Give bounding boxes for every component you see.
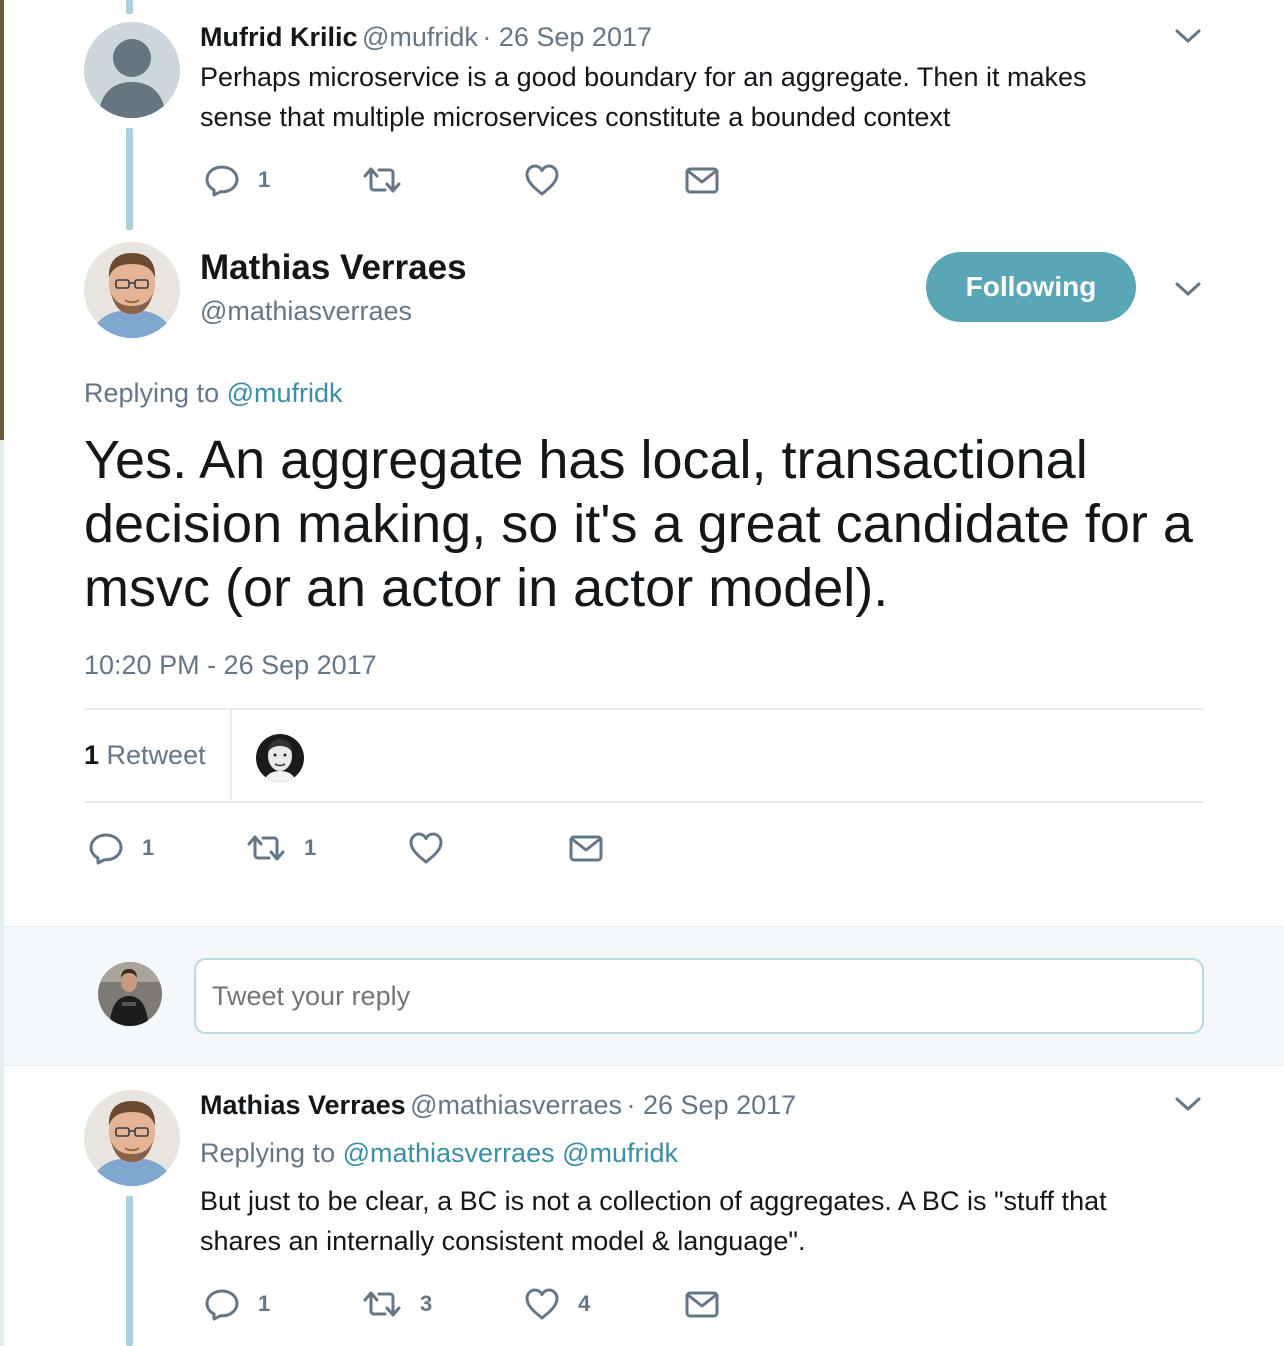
like-icon	[524, 162, 560, 198]
thread-line	[126, 0, 133, 14]
retweet-button[interactable]: 1	[246, 828, 316, 868]
reply-count: 1	[142, 835, 155, 860]
following-button[interactable]: Following	[926, 252, 1136, 322]
retweet-count: 3	[420, 1291, 433, 1316]
mention-link[interactable]: @mathiasverraes @mufridk	[343, 1138, 678, 1168]
author-handle[interactable]: @mathiasverraes	[200, 294, 412, 328]
retweets-number: 1	[84, 740, 100, 770]
message-icon	[684, 162, 720, 198]
message-icon	[684, 1286, 720, 1322]
thread-line	[126, 128, 133, 230]
tweet-date[interactable]: · 26 Sep 2017	[627, 1090, 797, 1120]
message-button[interactable]	[684, 1284, 720, 1324]
tweet-text-line: shares an internally consistent model & …	[200, 1226, 806, 1256]
like-count: 4	[578, 1291, 591, 1316]
reply-button[interactable]: 1	[88, 828, 154, 868]
reply-icon	[204, 162, 240, 198]
current-user-avatar[interactable]	[98, 962, 162, 1026]
reply-button[interactable]: 1	[204, 160, 270, 200]
message-icon	[568, 830, 604, 866]
chevron-down-icon[interactable]	[1173, 279, 1203, 299]
like-button[interactable]	[408, 828, 444, 868]
like-button[interactable]: 4	[524, 1284, 590, 1324]
message-button[interactable]	[568, 828, 604, 868]
avatar[interactable]	[84, 1090, 180, 1186]
author-name[interactable]: Mathias Verraes	[200, 248, 467, 288]
tweet-header: Mathias Verraes @mathiasverraes · 26 Sep…	[200, 1088, 796, 1127]
retweet-icon	[362, 162, 402, 198]
divider	[84, 708, 1204, 710]
chevron-down-icon[interactable]	[1173, 1094, 1203, 1114]
tweet-text-line: sense that multiple microservices consti…	[200, 102, 951, 132]
tweet-actions: 1 3 4	[200, 1284, 760, 1324]
like-icon	[408, 830, 444, 866]
reply-input[interactable]	[194, 958, 1204, 1034]
replying-to-label: Replying to	[200, 1138, 336, 1168]
reply-button[interactable]: 1	[204, 1284, 270, 1324]
tweet-actions: 1	[200, 160, 760, 200]
tweet-date[interactable]: · 26 Sep 2017	[482, 22, 652, 52]
mention-link[interactable]: @mufridk	[227, 378, 343, 408]
tweet-timestamp[interactable]: 10:20 PM - 26 Sep 2017	[84, 648, 377, 682]
tweet-header: Mufrid Krilic @mufridk · 26 Sep 2017	[200, 20, 652, 59]
reply-icon	[88, 830, 124, 866]
retweet-button[interactable]	[362, 160, 402, 200]
window-edge	[0, 0, 4, 1346]
replying-to-label: Replying to	[84, 378, 220, 408]
reply-count: 1	[258, 167, 271, 192]
message-button[interactable]	[684, 160, 720, 200]
avatar[interactable]	[84, 242, 180, 338]
replying-to: Replying to @mathiasverraes @mufridk	[200, 1136, 678, 1170]
reply-count: 1	[258, 1291, 271, 1316]
reply-icon	[204, 1286, 240, 1322]
author-name[interactable]: Mufrid Krilic	[200, 22, 358, 52]
tweet-text-line: But just to be clear, a BC is not a coll…	[200, 1186, 1107, 1216]
avatar[interactable]	[84, 22, 180, 118]
tweet-actions: 1 1	[84, 828, 644, 868]
thread-line	[126, 1196, 133, 1346]
retweet-icon	[362, 1286, 402, 1322]
retweet-button[interactable]: 3	[362, 1284, 432, 1324]
author-handle[interactable]: @mathiasverraes	[410, 1090, 622, 1120]
retweets-label: Retweet	[106, 740, 206, 770]
divider	[84, 801, 1204, 803]
like-icon	[524, 1286, 560, 1322]
tweet-text: Yes. An aggregate has local, transaction…	[84, 430, 1193, 618]
like-button[interactable]	[524, 160, 560, 200]
replying-to: Replying to @mufridk	[84, 376, 343, 410]
chevron-down-icon[interactable]	[1173, 26, 1203, 46]
retweet-count: 1	[304, 835, 317, 860]
author-handle[interactable]: @mufridk	[362, 22, 478, 52]
tweet-text-line: Perhaps microservice is a good boundary …	[200, 62, 1087, 92]
retweeter-avatar[interactable]	[256, 734, 304, 782]
retweet-icon	[246, 830, 286, 866]
author-name[interactable]: Mathias Verraes	[200, 1090, 406, 1120]
retweet-stats[interactable]: 1 Retweet	[84, 738, 206, 772]
stats-divider	[230, 710, 232, 802]
